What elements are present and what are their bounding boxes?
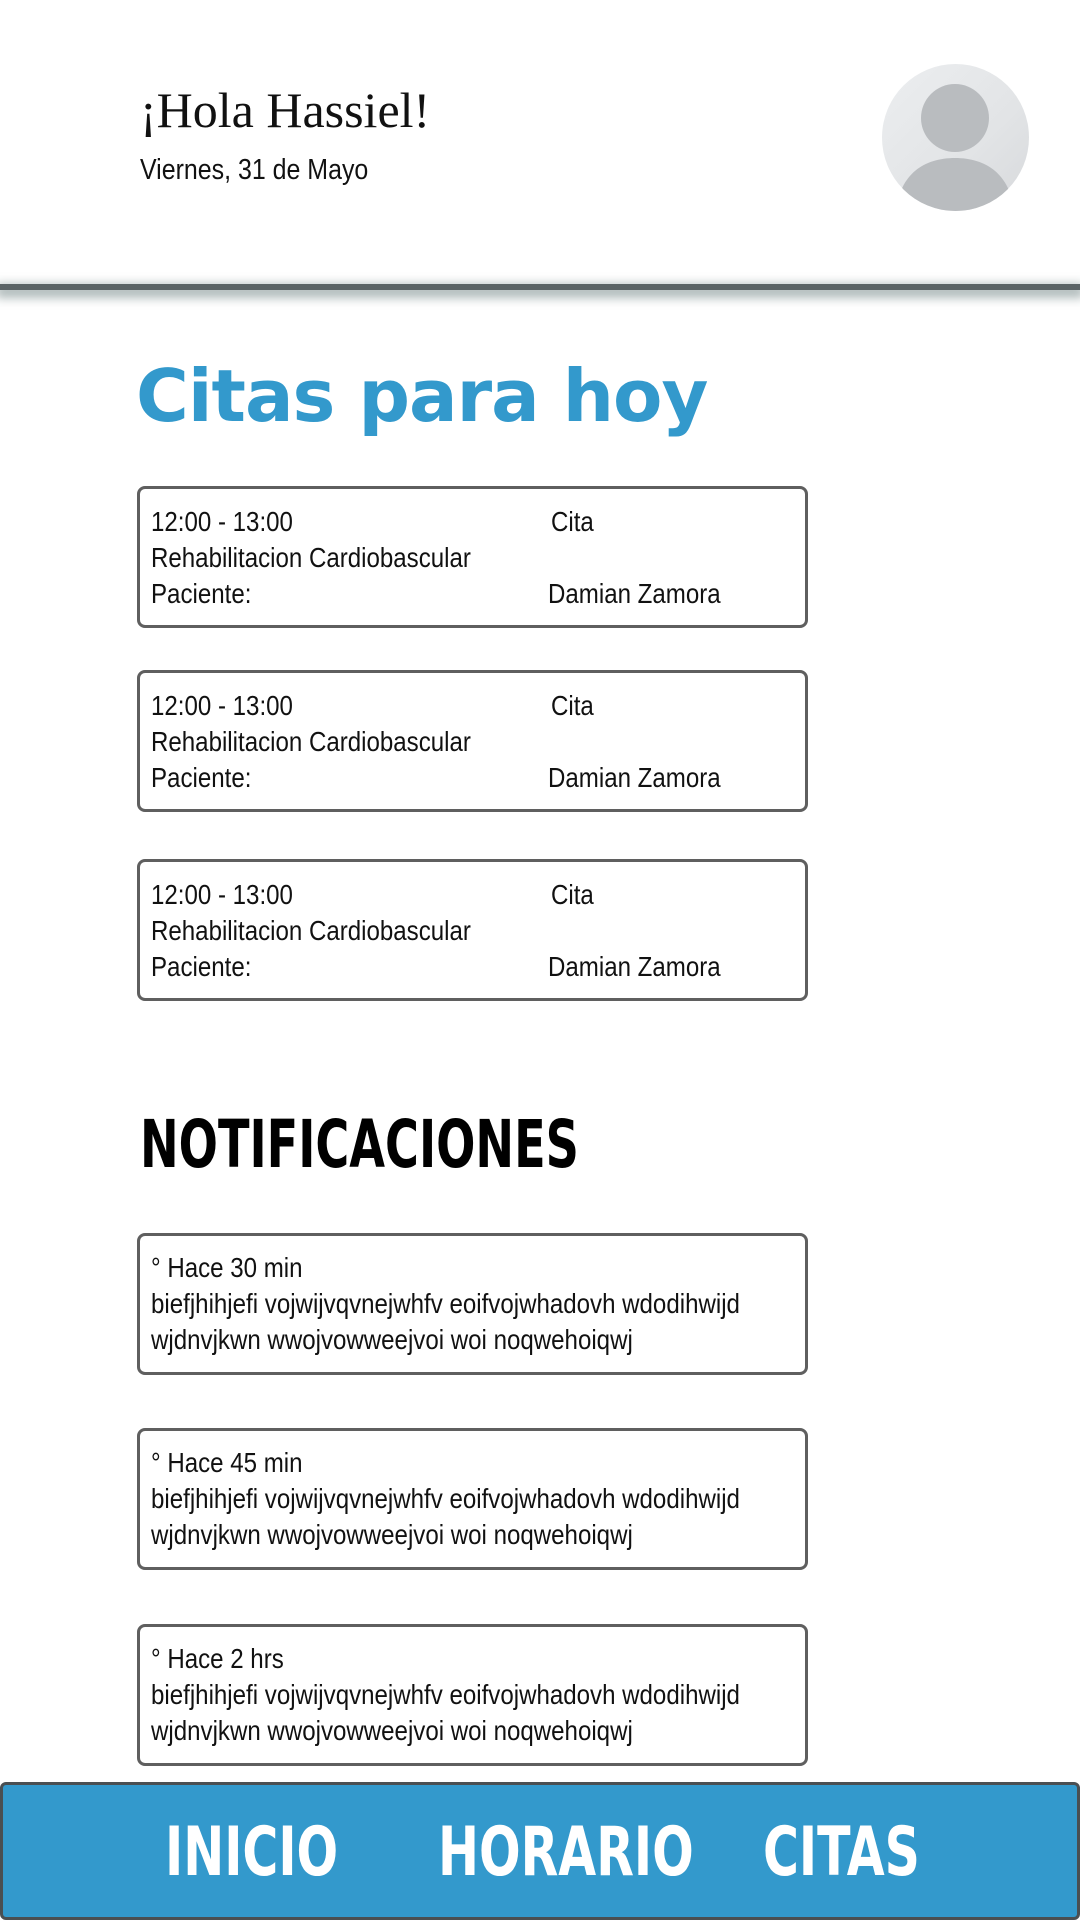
nav-inicio-button[interactable]: INICIO bbox=[165, 1813, 338, 1893]
notification-time: ° Hace 30 min bbox=[151, 1252, 303, 1283]
notification-text: wjdnvjkwn wwojvowweejvoi woi noqwehoiqwj bbox=[151, 1519, 633, 1550]
notification-text: wjdnvjkwn wwojvowweejvoi woi noqwehoiqwj bbox=[151, 1715, 633, 1746]
appointment-card[interactable]: 12:00 - 13:00 Cita Rehabilitacion Cardio… bbox=[137, 486, 808, 628]
appointment-time: 12:00 - 13:00 bbox=[151, 506, 293, 537]
patient-label: Paciente: bbox=[151, 951, 252, 982]
patient-label: Paciente: bbox=[151, 578, 252, 609]
notification-time: ° Hace 2 hrs bbox=[151, 1643, 284, 1674]
notification-text: wjdnvjkwn wwojvowweejvoi woi noqwehoiqwj bbox=[151, 1324, 633, 1355]
greeting-title: ¡Hola Hassiel! bbox=[140, 82, 431, 138]
patient-label: Paciente: bbox=[151, 762, 252, 793]
notification-card[interactable]: ° Hace 30 min biefjhihjefi vojwijvqvnejw… bbox=[137, 1233, 808, 1375]
notifications-title: NOTIFICACIONES bbox=[140, 1106, 579, 1183]
nav-horario-button[interactable]: HORARIO bbox=[438, 1813, 694, 1893]
patient-name: Damian Zamora bbox=[548, 762, 721, 793]
notification-text: biefjhihjefi vojwijvqvnejwhfv eoifvojwha… bbox=[151, 1483, 740, 1514]
notification-time: ° Hace 45 min bbox=[151, 1447, 303, 1478]
current-date: Viernes, 31 de Mayo bbox=[140, 154, 369, 186]
appointment-service: Rehabilitacion Cardiobascular bbox=[151, 726, 471, 757]
appointment-type: Cita bbox=[551, 879, 594, 910]
patient-name: Damian Zamora bbox=[548, 578, 721, 609]
nav-citas-button[interactable]: CITAS bbox=[763, 1813, 920, 1893]
appointment-card[interactable]: 12:00 - 13:00 Cita Rehabilitacion Cardio… bbox=[137, 859, 808, 1001]
header-divider bbox=[0, 284, 1080, 290]
notification-card[interactable]: ° Hace 45 min biefjhihjefi vojwijvqvnejw… bbox=[137, 1428, 808, 1570]
appointment-time: 12:00 - 13:00 bbox=[151, 879, 293, 910]
appointments-title: Citas para hoy bbox=[136, 354, 708, 438]
appointment-service: Rehabilitacion Cardiobascular bbox=[151, 542, 471, 573]
user-avatar-icon bbox=[896, 84, 1014, 211]
patient-name: Damian Zamora bbox=[548, 951, 721, 982]
user-avatar[interactable] bbox=[882, 64, 1029, 211]
appointment-service: Rehabilitacion Cardiobascular bbox=[151, 915, 471, 946]
home-screen: ¡Hola Hassiel! Viernes, 31 de Mayo Citas… bbox=[0, 0, 1080, 1920]
notification-text: biefjhihjefi vojwijvqvnejwhfv eoifvojwha… bbox=[151, 1288, 740, 1319]
notification-text: biefjhihjefi vojwijvqvnejwhfv eoifvojwha… bbox=[151, 1679, 740, 1710]
appointment-type: Cita bbox=[551, 690, 594, 721]
bottom-navigation: INICIO HORARIO CITAS bbox=[0, 1782, 1080, 1920]
appointment-card[interactable]: 12:00 - 13:00 Cita Rehabilitacion Cardio… bbox=[137, 670, 808, 812]
appointment-type: Cita bbox=[551, 506, 594, 537]
appointment-time: 12:00 - 13:00 bbox=[151, 690, 293, 721]
notification-card[interactable]: ° Hace 2 hrs biefjhihjefi vojwijvqvnejwh… bbox=[137, 1624, 808, 1766]
